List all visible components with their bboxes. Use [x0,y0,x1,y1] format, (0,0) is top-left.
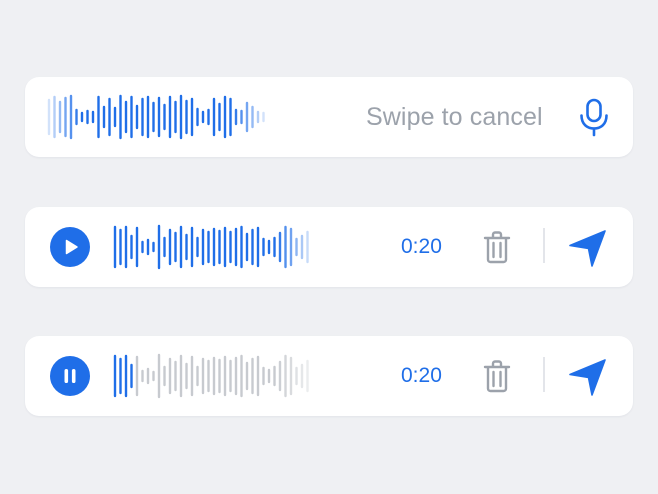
swipe-to-cancel-label: Swipe to cancel [366,103,543,131]
send-button[interactable] [568,228,608,268]
play-button[interactable] [50,227,90,267]
delete-button[interactable] [482,357,512,395]
microphone-icon [580,98,608,137]
microphone-button[interactable] [576,97,612,137]
trash-icon [483,360,511,393]
voice-message-bar: 0:20 [25,207,633,287]
message-waveform [113,224,309,270]
divider [543,357,545,392]
pause-button[interactable] [50,356,90,396]
send-icon [569,230,606,267]
delete-button[interactable] [482,228,512,266]
send-icon [569,359,606,396]
recording-waveform [47,94,265,140]
voice-message-bar-playing: 0:20 [25,336,633,416]
duration-label: 0:20 [401,235,442,258]
send-button[interactable] [568,357,608,397]
pause-icon [64,369,76,383]
play-icon [65,239,78,255]
recording-bar: Swipe to cancel [25,77,633,157]
divider [543,228,545,263]
duration-label: 0:20 [401,364,442,387]
playback-waveform [113,353,309,399]
trash-icon [483,231,511,264]
